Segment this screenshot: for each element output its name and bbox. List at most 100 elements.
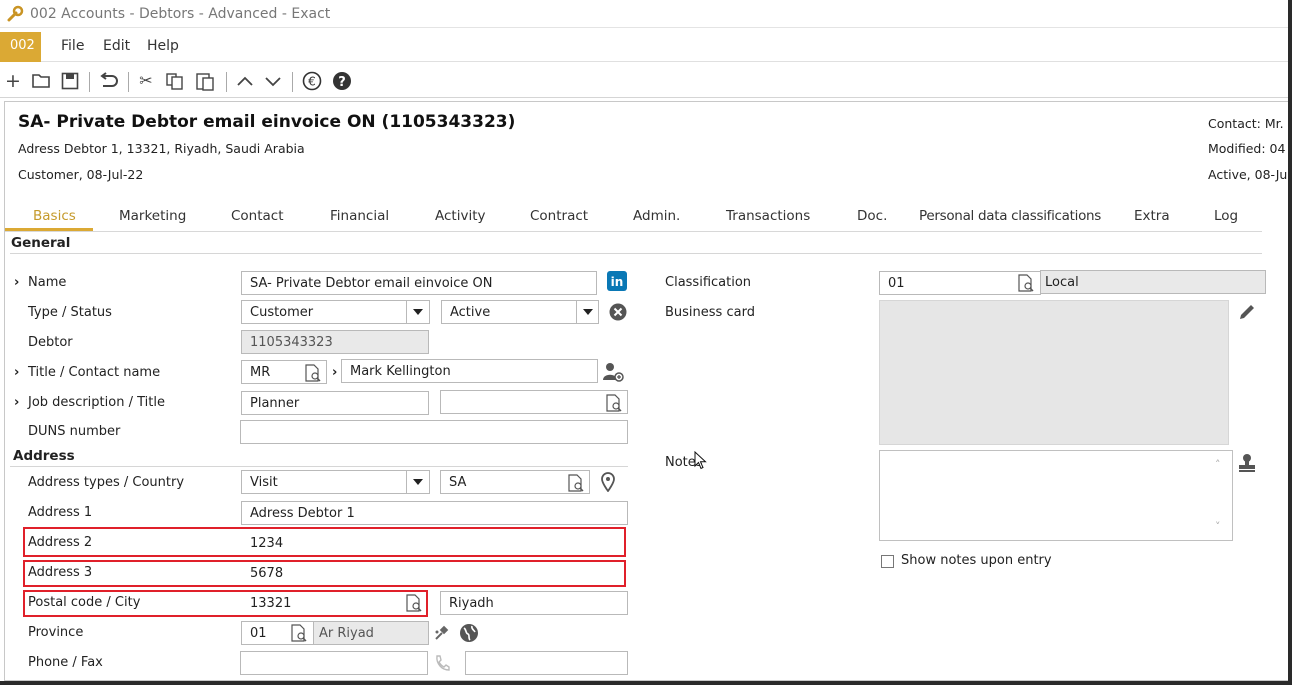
header-contact: Contact: Mr.	[1208, 116, 1284, 131]
section-address: Address	[13, 448, 75, 464]
lookup-icon[interactable]	[1016, 273, 1036, 293]
show-notes-checkbox[interactable]	[881, 555, 894, 568]
edit-pencil-icon[interactable]	[1237, 302, 1257, 322]
address1-input[interactable]: Adress Debtor 1	[241, 501, 628, 525]
save-icon[interactable]	[61, 72, 79, 90]
chevron-down-icon[interactable]	[264, 75, 282, 87]
toolbar-separator	[292, 72, 293, 92]
menu-edit[interactable]: Edit	[103, 38, 130, 54]
contact-name-input[interactable]: Mark Kellington	[341, 359, 598, 383]
tab-contact[interactable]: Contact	[231, 208, 284, 224]
chevron-up-icon[interactable]	[236, 75, 254, 87]
svg-text:?: ?	[338, 75, 346, 90]
city-input[interactable]: Riyadh	[440, 591, 628, 615]
business-card-area	[879, 300, 1229, 445]
svg-text:€: €	[308, 75, 316, 89]
undo-icon[interactable]	[99, 72, 119, 90]
toolbar-separator	[226, 72, 227, 92]
window-border	[1288, 0, 1292, 685]
expand-arrow-icon[interactable]: ›	[14, 275, 19, 290]
lookup-icon[interactable]	[289, 623, 309, 643]
toolbar-separator	[128, 72, 129, 92]
classification-label: Classification	[665, 275, 752, 290]
tab-activity[interactable]: Activity	[435, 208, 486, 224]
province-label: Province	[28, 625, 84, 640]
cut-icon[interactable]: ✂	[136, 70, 156, 92]
tab-personal-data[interactable]: Personal data classifications	[919, 208, 1101, 224]
mouse-cursor-icon	[694, 451, 707, 470]
linkedin-icon[interactable]: in	[607, 271, 627, 291]
phone-input[interactable]	[240, 651, 428, 675]
job-title-input[interactable]	[440, 390, 628, 414]
job-description-input[interactable]: Planner	[241, 391, 429, 415]
tab-marketing[interactable]: Marketing	[119, 208, 186, 224]
duns-input[interactable]	[240, 420, 628, 444]
lookup-icon[interactable]	[604, 393, 624, 413]
tab-financial[interactable]: Financial	[330, 208, 389, 224]
new-icon[interactable]: +	[3, 70, 23, 92]
satellite-icon[interactable]	[433, 624, 451, 642]
toolbar-separator	[89, 72, 90, 92]
svg-text:in: in	[611, 275, 624, 289]
phone-icon[interactable]	[434, 654, 450, 672]
tab-divider	[5, 231, 1262, 232]
debtor-label: Debtor	[28, 335, 73, 350]
help-icon[interactable]: ?	[332, 71, 352, 91]
scroll-down-icon[interactable]: ˅	[1215, 520, 1221, 533]
clear-status-icon[interactable]	[609, 303, 627, 321]
menu-help[interactable]: Help	[147, 38, 179, 54]
status-dropdown-icon[interactable]	[576, 301, 598, 323]
address1-label: Address 1	[28, 505, 93, 520]
scroll-up-icon[interactable]: ˄	[1215, 458, 1221, 471]
tab-transactions[interactable]: Transactions	[726, 208, 810, 224]
header-customer: Customer, 08-Jul-22	[18, 167, 144, 182]
tab-doc[interactable]: Doc.	[857, 208, 887, 224]
fax-input[interactable]	[465, 651, 628, 675]
name-label: Name	[28, 275, 67, 290]
open-folder-icon[interactable]	[32, 73, 52, 89]
type-value: Customer	[250, 305, 314, 320]
job-label: Job description / Title	[28, 395, 165, 410]
title-contact-label: Title / Contact name	[28, 365, 161, 380]
add-contact-icon[interactable]	[602, 362, 624, 382]
lookup-icon[interactable]	[566, 473, 586, 493]
notes-textarea[interactable]	[879, 450, 1233, 541]
map-pin-icon[interactable]	[601, 472, 615, 492]
type-dropdown-icon[interactable]	[406, 301, 428, 323]
business-card-label: Business card	[665, 305, 755, 320]
section-general: General	[11, 235, 71, 251]
name-input[interactable]: SA- Private Debtor email einvoice ON	[241, 271, 597, 295]
menu-bar	[0, 32, 1288, 62]
expand-arrow-icon[interactable]: ›	[332, 365, 337, 380]
expand-arrow-icon[interactable]: ›	[14, 395, 19, 410]
tab-basics[interactable]: Basics	[33, 208, 76, 224]
status-value: Active	[450, 305, 491, 320]
title-bar: 002 Accounts - Debtors - Advanced - Exac…	[0, 0, 1288, 28]
address-type-dropdown-icon[interactable]	[406, 471, 428, 493]
section-divider	[10, 466, 628, 467]
window-title: 002 Accounts - Debtors - Advanced - Exac…	[30, 6, 331, 22]
address-types-label: Address types / Country	[28, 475, 185, 490]
stamp-icon[interactable]	[1237, 453, 1257, 473]
paste-icon[interactable]	[195, 71, 215, 91]
lookup-icon[interactable]	[303, 363, 323, 383]
company-badge[interactable]: 002	[0, 32, 41, 62]
menu-file[interactable]: File	[61, 38, 84, 54]
debtor-number: 1105343323	[241, 330, 429, 354]
expand-arrow-icon[interactable]: ›	[14, 365, 19, 380]
tab-extra[interactable]: Extra	[1134, 208, 1170, 224]
header-active: Active, 08-Ju	[1208, 167, 1288, 182]
address-type-value: Visit	[250, 475, 278, 490]
copy-icon[interactable]	[165, 72, 185, 90]
tab-admin[interactable]: Admin.	[633, 208, 680, 224]
tab-contract[interactable]: Contract	[530, 208, 588, 224]
province-name: Ar Riyad	[313, 621, 429, 645]
show-notes-label: Show notes upon entry	[901, 553, 1052, 568]
euro-icon[interactable]: €	[302, 71, 322, 91]
globe-icon[interactable]	[459, 623, 479, 643]
section-divider	[10, 253, 1262, 254]
address-type-select[interactable]: Visit	[241, 470, 430, 494]
type-select[interactable]: Customer	[241, 300, 430, 324]
highlight-box	[23, 590, 428, 617]
tab-log[interactable]: Log	[1214, 208, 1238, 224]
